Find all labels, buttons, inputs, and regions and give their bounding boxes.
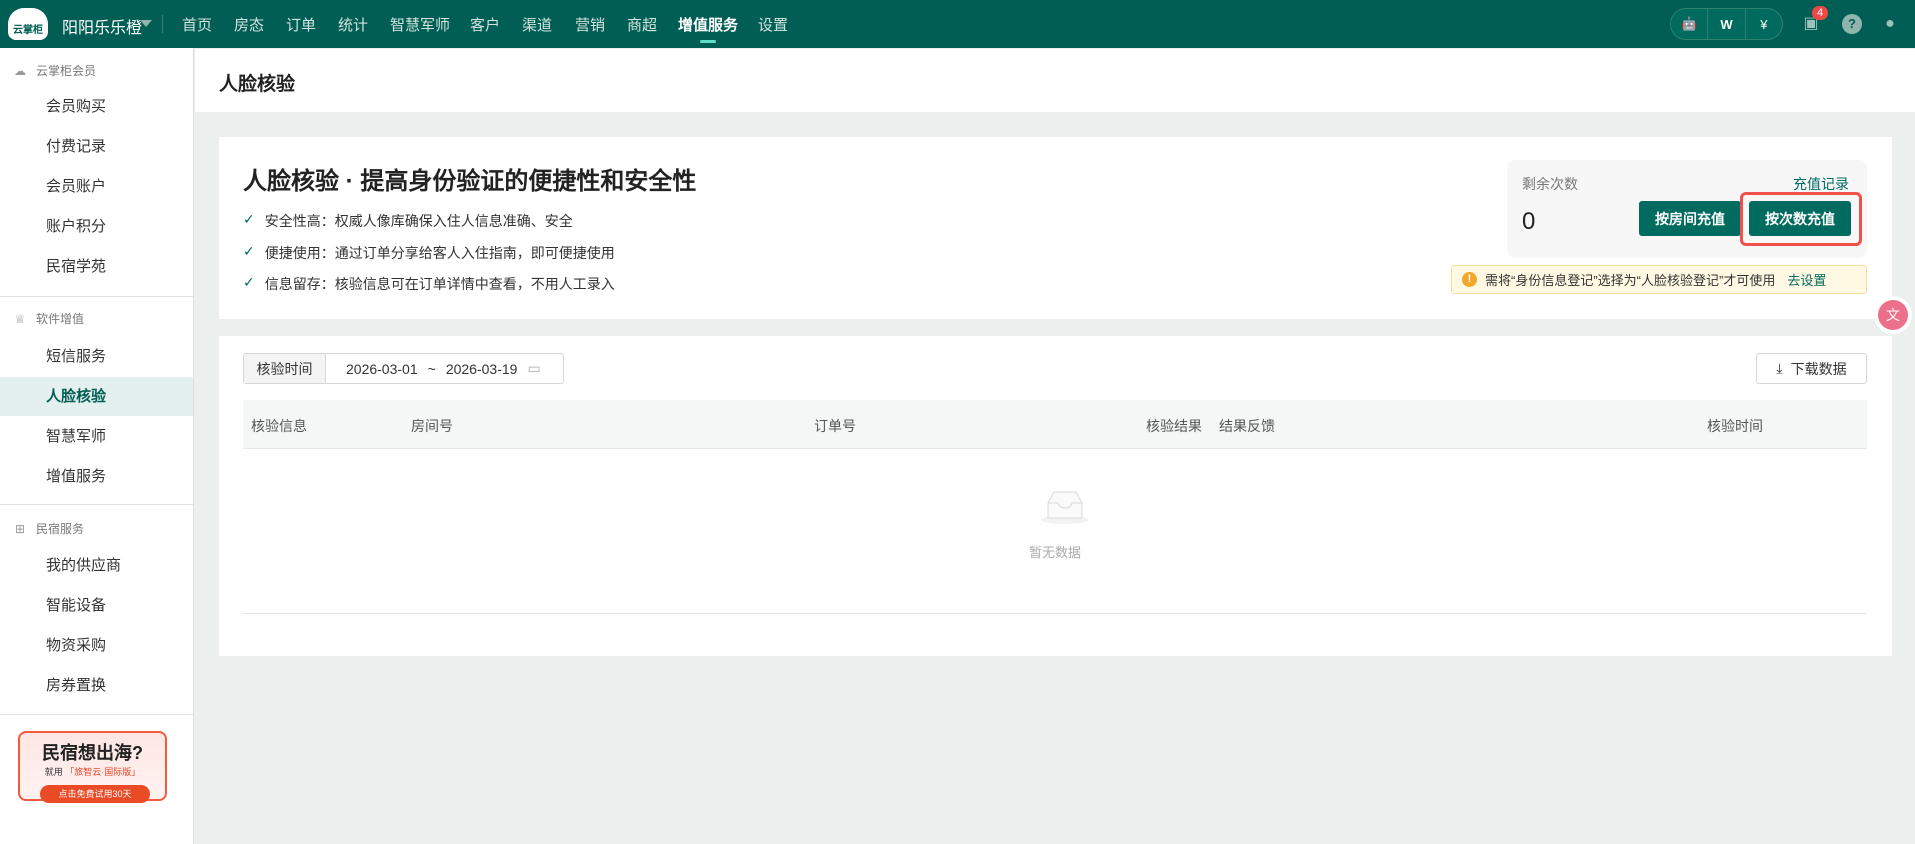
download-button[interactable]: ⤓ 下载数据	[1756, 353, 1867, 384]
sidebar-item-face-verify[interactable]: 人脸核验	[0, 377, 193, 416]
cloud-vip-icon: ☁	[14, 63, 26, 78]
grid-icon: ⊞	[14, 521, 26, 536]
robot-icon[interactable]: 🤖	[1671, 9, 1709, 39]
empty-state: 暂无数据	[243, 449, 1867, 614]
free-trial-button[interactable]: 点击免费试用30天	[40, 785, 150, 803]
sidebar-item-member-account[interactable]: 会员账户	[0, 167, 193, 206]
translate-icon[interactable]: 文	[1878, 300, 1908, 330]
group-member: ☁ 云掌柜会员	[14, 63, 97, 79]
records-card: 核验时间 2026-03-01 ~ 2026-03-19 ▭ ⤓ 下载数据 核验信…	[219, 336, 1892, 656]
nav-home[interactable]: 首页	[182, 14, 212, 35]
warning-icon: !	[1462, 272, 1477, 287]
check-icon: ✓	[243, 211, 255, 227]
logo[interactable]: 云掌柜	[8, 8, 48, 40]
nav-marketing[interactable]: 营销	[575, 14, 605, 35]
brand-app-icon[interactable]: W	[1708, 9, 1746, 39]
nav-mall[interactable]: 商超	[627, 14, 657, 35]
chevron-down-icon[interactable]	[140, 20, 152, 27]
user-icon[interactable]: ●	[1880, 14, 1900, 34]
crown-icon: ♕	[14, 311, 26, 326]
recharge-by-room-button[interactable]: 按房间充值	[1639, 201, 1741, 236]
go-settings-link[interactable]: 去设置	[1787, 270, 1826, 289]
date-range-filter[interactable]: 核验时间 2026-03-01 ~ 2026-03-19 ▭	[243, 353, 564, 384]
store-selector[interactable]: 阳阳乐乐橙	[62, 14, 142, 38]
feature-item: ✓ 便捷使用：通过订单分享给客人入住指南，即可便捷使用	[243, 243, 615, 261]
sidebar-item-points[interactable]: 账户积分	[0, 207, 193, 246]
page-title: 人脸核验	[219, 74, 296, 95]
sidebar-item-academy[interactable]: 民宿学苑	[0, 247, 193, 286]
date-range-input[interactable]: 2026-03-01 ~ 2026-03-19 ▭	[326, 354, 563, 383]
nav-room-status[interactable]: 房态	[234, 14, 264, 35]
group-software: ♕ 软件增值	[12, 310, 84, 327]
intro-card: 人脸核验 · 提高身份验证的便捷性和安全性 ✓ 安全性高：权威人像库确保入住人信息…	[219, 137, 1892, 319]
nav-stats[interactable]: 统计	[338, 14, 368, 35]
table-header: 核验信息 房间号 订单号 核验结果 结果反馈 核验时间	[243, 400, 1867, 449]
help-icon[interactable]: ?	[1842, 14, 1862, 34]
message-count-badge: 4	[1812, 6, 1829, 20]
divider	[0, 504, 193, 505]
intro-headline: 人脸核验 · 提高身份验证的便捷性和安全性	[243, 168, 697, 195]
promo-banner[interactable]: 民宿想出海? 就用 「旅智云·国际版」 点击免费试用30天	[18, 731, 167, 803]
group-homestay: ⊞ 民宿服务	[12, 520, 84, 537]
nav-channels[interactable]: 渠道	[522, 14, 552, 35]
calendar-icon: ▭	[527, 360, 541, 376]
highlight-outline	[1740, 192, 1862, 246]
nav-customers[interactable]: 客户	[470, 14, 500, 35]
nav-orders[interactable]: 订单	[286, 14, 316, 35]
nav-settings[interactable]: 设置	[758, 14, 788, 35]
sidebar-item-payment-records[interactable]: 付费记录	[0, 127, 193, 166]
sidebar-item-smart-advisor[interactable]: 智慧军师	[0, 417, 193, 456]
sidebar-item-buy-membership[interactable]: 会员购买	[0, 87, 193, 126]
sidebar-item-value-added[interactable]: 增值服务	[0, 457, 193, 496]
balance-value: 0	[1522, 208, 1536, 235]
top-nav-bar: 云掌柜 阳阳乐乐橙 首页 房态 订单 统计 智慧军师 客户 渠道 营销 商超 增…	[0, 0, 1915, 48]
feature-item: ✓ 安全性高：权威人像库确保入住人信息准确、安全	[243, 211, 573, 229]
invoice-icon[interactable]: ¥	[1746, 9, 1782, 39]
nav-smart-advisor[interactable]: 智慧军师	[390, 14, 450, 35]
sidebar-item-suppliers[interactable]: 我的供应商	[0, 546, 193, 585]
sidebar-item-voucher-exchange[interactable]: 房券置换	[0, 666, 193, 705]
check-icon: ✓	[243, 274, 255, 290]
sidebar: ☁ 云掌柜会员 会员购买 付费记录 会员账户 账户积分 民宿学苑 ♕ 软件增值 短信…	[0, 48, 194, 844]
check-icon: ✓	[243, 243, 255, 259]
quick-tools: 🤖 W ¥	[1670, 8, 1783, 40]
empty-box-icon	[1041, 491, 1089, 524]
sidebar-item-sms[interactable]: 短信服务	[0, 337, 193, 376]
sidebar-item-smart-devices[interactable]: 智能设备	[0, 586, 193, 625]
notice-bar: ! 需将“身份信息登记”选择为“人脸核验登记”才可使用 去设置	[1451, 265, 1867, 294]
divider	[0, 714, 193, 715]
sidebar-item-procurement[interactable]: 物资采购	[0, 626, 193, 665]
divider	[162, 15, 163, 33]
feature-item: ✓ 信息留存：核验信息可在订单详情中查看，不用人工录入	[243, 274, 615, 292]
balance-label: 剩余次数	[1522, 176, 1578, 192]
divider	[0, 296, 193, 297]
page-header: 人脸核验	[195, 49, 1915, 112]
nav-value-added[interactable]: 增值服务	[678, 14, 738, 43]
recharge-history-link[interactable]: 充值记录	[1793, 174, 1849, 194]
download-icon: ⤓	[1776, 360, 1783, 376]
